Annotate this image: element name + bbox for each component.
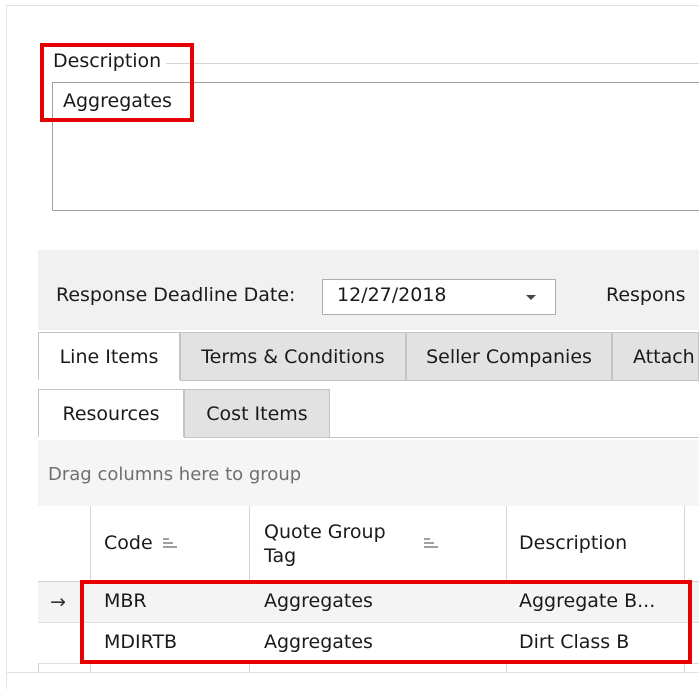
- current-row-indicator-icon: →: [50, 591, 66, 613]
- tab-label: Terms & Conditions: [201, 345, 385, 368]
- sort-icon[interactable]: [424, 538, 438, 550]
- description-label: Description: [53, 50, 162, 72]
- column-header-quote-group-tag[interactable]: Quote Group Tag: [264, 520, 404, 568]
- tab-line-items[interactable]: Line Items: [38, 332, 180, 380]
- panel-border-left: [6, 5, 7, 689]
- response-deadline-value: 12/27/2018: [337, 284, 447, 306]
- tab-terms-conditions[interactable]: Terms & Conditions: [180, 332, 406, 380]
- tab-cost-items[interactable]: Cost Items: [184, 389, 330, 437]
- cell-code: MDIRTB: [104, 631, 178, 653]
- tab-row-border: [180, 380, 699, 381]
- column-header-code[interactable]: Code: [104, 532, 153, 554]
- cell-quote-group-tag: Aggregates: [264, 631, 373, 653]
- table-row[interactable]: MBR Aggregates Aggregate B...: [38, 582, 699, 623]
- cell-code: MBR: [104, 590, 147, 612]
- column-header-description[interactable]: Description: [519, 532, 627, 554]
- tab-label: Seller Companies: [426, 345, 592, 368]
- tab-attachments[interactable]: Attach: [612, 332, 699, 380]
- tab-label: Line Items: [59, 345, 159, 368]
- table-row[interactable]: MDIRTB Aggregates Dirt Class B: [38, 623, 699, 664]
- cell-description: Dirt Class B: [519, 631, 630, 653]
- tab-label: Resources: [62, 402, 160, 425]
- response-label-truncated: Respons: [606, 284, 686, 306]
- panel-border-top: [6, 5, 699, 6]
- tab-resources[interactable]: Resources: [38, 389, 184, 437]
- group-by-hint: Drag columns here to group: [48, 464, 302, 485]
- tab-label: Cost Items: [206, 402, 308, 425]
- tab-seller-companies[interactable]: Seller Companies: [406, 332, 612, 380]
- sort-icon[interactable]: [163, 538, 177, 550]
- cell-quote-group-tag: Aggregates: [264, 590, 373, 612]
- panel-border-bottom: [6, 672, 699, 673]
- description-group-line: [166, 63, 699, 64]
- description-value: Aggregates: [63, 90, 172, 112]
- response-deadline-label: Response Deadline Date:: [56, 284, 296, 306]
- cell-description: Aggregate B...: [519, 590, 656, 612]
- subtab-row-border: [184, 437, 699, 438]
- tab-label: Attach: [633, 345, 695, 368]
- chevron-down-icon[interactable]: [526, 295, 536, 300]
